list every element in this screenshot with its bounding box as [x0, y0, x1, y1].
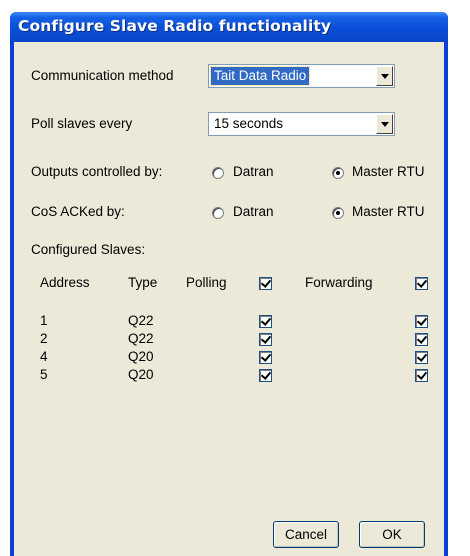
dialog-window: Configure Slave Radio functionality Comm…	[10, 12, 448, 556]
outputs-datran-label: Datran	[233, 164, 274, 179]
forwarding-checkbox[interactable]	[415, 351, 428, 364]
column-header-address: Address	[40, 275, 90, 290]
column-header-polling: Polling	[186, 275, 227, 290]
outputs-datran-radio[interactable]	[212, 167, 224, 179]
slave-address: 5	[40, 367, 48, 382]
chevron-down-icon[interactable]	[376, 114, 393, 134]
forwarding-checkbox[interactable]	[415, 315, 428, 328]
slave-type: Q22	[128, 331, 154, 346]
outputs-master-rtu-label: Master RTU	[352, 164, 425, 179]
poll-interval-dropdown[interactable]: 15 seconds	[208, 112, 395, 136]
poll-slaves-label: Poll slaves every	[31, 116, 133, 131]
outputs-master-rtu-radio[interactable]	[332, 167, 344, 179]
column-header-type: Type	[128, 275, 158, 290]
cos-master-rtu-radio[interactable]	[332, 207, 344, 219]
polling-checkbox[interactable]	[259, 333, 272, 346]
polling-all-checkbox[interactable]	[259, 277, 272, 290]
window-title: Configure Slave Radio functionality	[18, 17, 332, 35]
communication-method-value: Tait Data Radio	[209, 66, 311, 86]
polling-checkbox[interactable]	[259, 351, 272, 364]
ok-button[interactable]: OK	[359, 521, 425, 548]
cos-datran-radio[interactable]	[212, 207, 224, 219]
slave-address: 4	[40, 349, 48, 364]
title-bar[interactable]: Configure Slave Radio functionality	[10, 12, 448, 42]
polling-checkbox[interactable]	[259, 315, 272, 328]
forwarding-all-checkbox[interactable]	[415, 277, 428, 290]
communication-method-dropdown[interactable]: Tait Data Radio	[208, 64, 395, 88]
slave-address: 2	[40, 331, 48, 346]
chevron-down-icon[interactable]	[376, 66, 393, 86]
forwarding-checkbox[interactable]	[415, 369, 428, 382]
forwarding-checkbox[interactable]	[415, 333, 428, 346]
column-header-forwarding: Forwarding	[305, 275, 373, 290]
communication-method-label: Communication method	[31, 68, 174, 83]
slave-type: Q20	[128, 367, 154, 382]
cos-datran-label: Datran	[233, 204, 274, 219]
slave-address: 1	[40, 313, 48, 328]
dialog-body: Communication method Tait Data Radio Pol…	[14, 42, 444, 556]
slave-type: Q20	[128, 349, 154, 364]
cos-master-rtu-label: Master RTU	[352, 204, 425, 219]
slave-type: Q22	[128, 313, 154, 328]
cancel-button[interactable]: Cancel	[273, 521, 339, 548]
configured-slaves-label: Configured Slaves:	[31, 242, 146, 257]
poll-interval-value: 15 seconds	[214, 116, 284, 131]
cos-acked-label: CoS ACKed by:	[31, 204, 125, 219]
outputs-controlled-label: Outputs controlled by:	[31, 164, 163, 179]
polling-checkbox[interactable]	[259, 369, 272, 382]
